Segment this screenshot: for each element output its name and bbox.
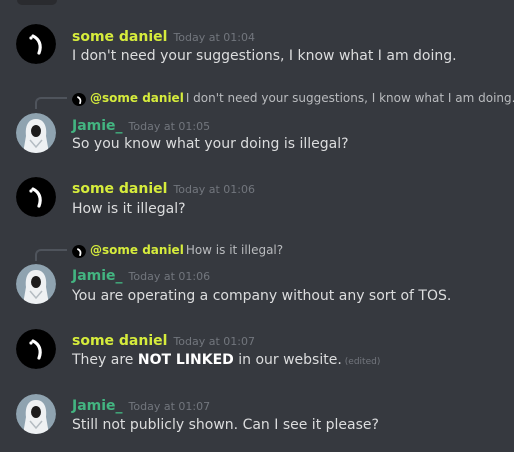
reply-username[interactable]: @some daniel (90, 243, 184, 257)
reply-text: @some daniel How is it illegal? (90, 241, 283, 259)
message-content: How is it illegal? (72, 201, 186, 217)
message-content: Still not publicly shown. Can I see it p… (72, 417, 379, 433)
message-header: Jamie_ Today at 01:06 (72, 266, 210, 286)
username[interactable]: Jamie_ (72, 118, 123, 134)
timestamp: Today at 01:06 (128, 270, 211, 283)
message-text: They are (72, 352, 138, 368)
edited-tag[interactable]: (edited) (345, 357, 381, 367)
username[interactable]: Jamie_ (72, 268, 123, 284)
hooded-figure-avatar-icon[interactable] (16, 264, 56, 304)
message-text: in our website. (233, 352, 342, 368)
black-circle-avatar-icon[interactable] (16, 177, 56, 217)
message-header: Jamie_ Today at 01:07 (72, 396, 210, 416)
message-content: I don't need your suggestions, I know wh… (72, 48, 457, 64)
timestamp: Today at 01:07 (128, 400, 211, 413)
reply-spine (35, 97, 67, 109)
reply-reference[interactable]: @some daniel How is it illegal? (0, 240, 514, 261)
message-header: some daniel Today at 01:07 (72, 331, 255, 351)
previous-message-avatar-edge (17, 0, 57, 5)
reply-text: @some daniel I don't need your suggestion… (90, 89, 514, 107)
reply-preview[interactable]: I don't need your suggestions, I know wh… (186, 91, 514, 105)
hooded-figure-avatar-icon[interactable] (16, 113, 56, 153)
message-header: some daniel Today at 01:04 (72, 27, 255, 47)
message-content: So you know what your doing is illegal? (72, 136, 349, 152)
username[interactable]: Jamie_ (72, 398, 123, 414)
black-circle-avatar-icon[interactable] (16, 329, 56, 369)
username[interactable]: some daniel (72, 181, 167, 197)
message-content: You are operating a company without any … (72, 288, 452, 304)
hooded-figure-avatar-icon[interactable] (16, 394, 56, 434)
message-header: some daniel Today at 01:06 (72, 179, 255, 199)
message-header: Jamie_ Today at 01:05 (72, 116, 210, 136)
reply-preview[interactable]: How is it illegal? (186, 243, 283, 257)
message-content: They are NOT LINKED in our website. (edit… (72, 350, 380, 372)
black-circle-avatar-icon[interactable] (16, 24, 56, 64)
username[interactable]: some daniel (72, 333, 167, 349)
username[interactable]: some daniel (72, 29, 167, 45)
timestamp: Today at 01:04 (173, 31, 255, 44)
black-circle-avatar-icon (72, 244, 86, 258)
reply-spine (35, 249, 67, 261)
timestamp: Today at 01:05 (128, 120, 211, 133)
reply-username[interactable]: @some daniel (90, 91, 184, 105)
message-bold-text: NOT LINKED (137, 352, 234, 368)
timestamp: Today at 01:06 (173, 183, 255, 196)
black-circle-avatar-icon (72, 92, 86, 106)
timestamp: Today at 01:07 (173, 335, 255, 348)
reply-reference[interactable]: @some daniel I don't need your suggestion… (0, 88, 514, 109)
